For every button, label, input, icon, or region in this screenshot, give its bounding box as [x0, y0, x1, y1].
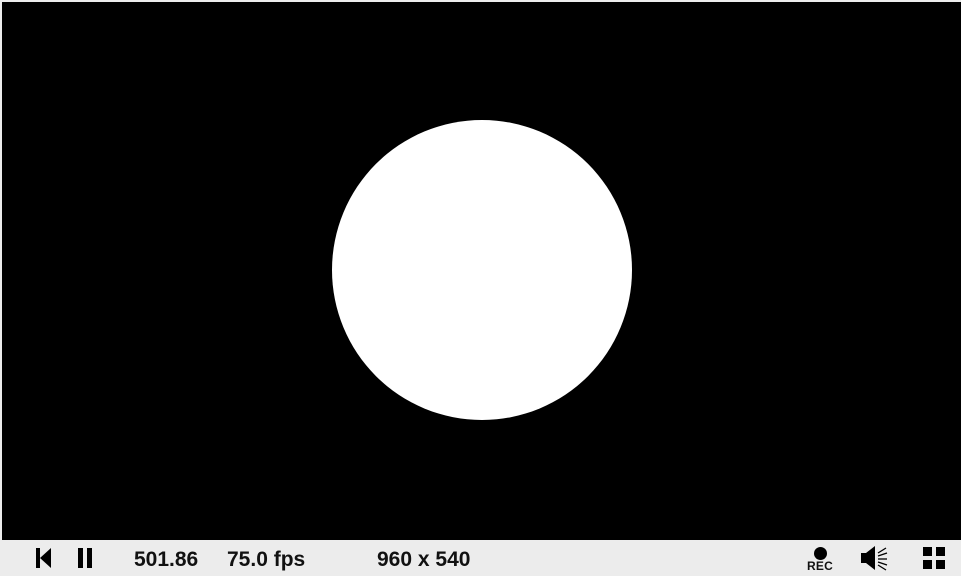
- record-label: REC: [807, 559, 833, 573]
- volume-button[interactable]: [858, 540, 890, 576]
- volume-icon: [861, 546, 888, 571]
- fullscreen-icon: [923, 547, 945, 569]
- pause-icon: [78, 548, 92, 568]
- render-canvas[interactable]: [2, 2, 961, 540]
- rewind-button[interactable]: [30, 540, 56, 576]
- shader-player: 501.86 75.0 fps 960 x 540 REC: [0, 0, 961, 576]
- pause-button[interactable]: [72, 540, 98, 576]
- fps-readout: 75.0 fps: [227, 548, 306, 571]
- fullscreen-button[interactable]: [920, 540, 948, 576]
- resolution-readout: 960 x 540: [377, 548, 471, 571]
- record-button[interactable]: REC: [800, 540, 840, 576]
- control-bar: 501.86 75.0 fps 960 x 540 REC: [0, 540, 961, 576]
- skip-to-start-icon: [36, 548, 51, 568]
- time-readout: 501.86: [134, 548, 199, 571]
- white-circle: [332, 120, 632, 420]
